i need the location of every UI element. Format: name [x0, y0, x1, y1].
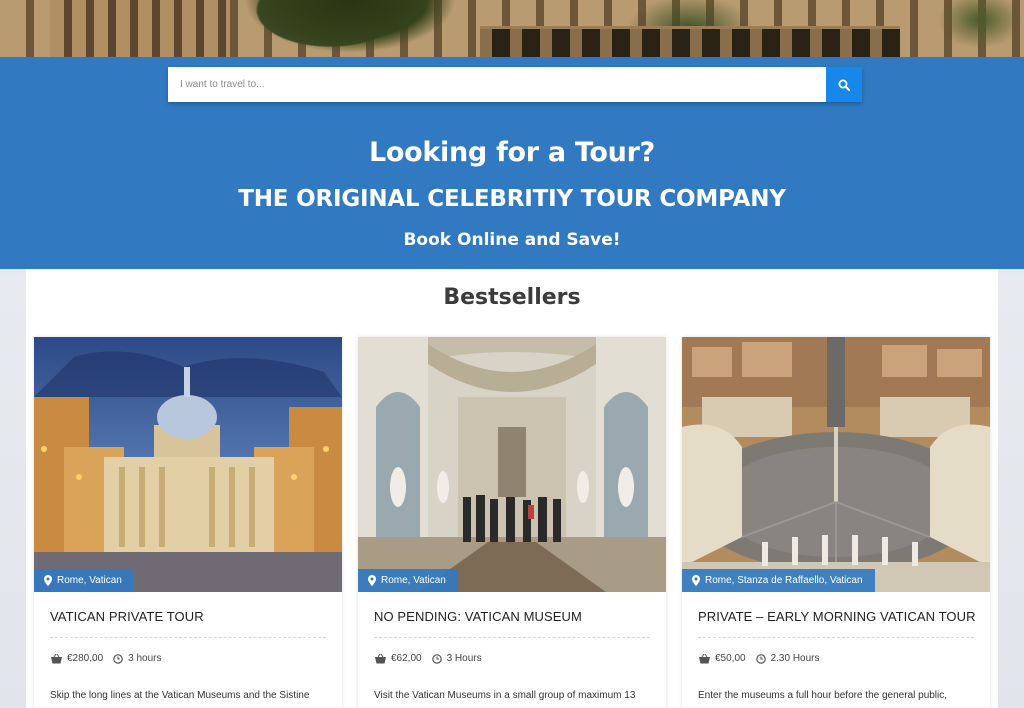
clock-icon — [755, 653, 766, 664]
divider — [698, 637, 974, 638]
basket-icon — [51, 653, 62, 663]
tour-image-st-peters[interactable]: Rome, Vatican — [34, 337, 342, 592]
tour-card[interactable]: Rome, Vatican VATICAN PRIVATE TOUR €280,… — [34, 337, 342, 708]
tour-description: Visit the Vatican Museums in a small gro… — [374, 690, 636, 701]
tour-title[interactable]: VATICAN PRIVATE TOUR — [50, 609, 330, 624]
tree-foliage — [220, 0, 480, 57]
tour-card[interactable]: Rome, Vatican NO PENDING: VATICAN MUSEUM… — [358, 337, 666, 708]
basket-icon — [699, 653, 710, 663]
location-label: Rome, Stanza de Raffaello, Vatican — [705, 575, 863, 586]
tour-title[interactable]: NO PENDING: VATICAN MUSEUM — [374, 609, 654, 624]
duration: 3 Hours — [446, 653, 482, 664]
tour-image-museum-hall[interactable]: Rome, Vatican — [358, 337, 666, 592]
duration: 2.30 Hours — [770, 653, 820, 664]
tour-meta: €50,00 2.30 Hours — [699, 653, 820, 664]
section-title: Bestsellers — [443, 285, 581, 310]
tour-meta: €280,00 3 hours — [51, 653, 162, 664]
price: €280,00 — [67, 653, 104, 664]
tour-card[interactable]: Rome, Stanza de Raffaello, Vatican PRIVA… — [682, 337, 990, 708]
price: €62,00 — [391, 653, 422, 664]
bestsellers-section: Bestsellers Rome, Vatican VATICAN PRIVAT… — [26, 269, 998, 708]
clock-icon — [431, 653, 442, 664]
clock-icon — [113, 653, 123, 664]
tour-description: Skip the long lines at the Vatican Museu… — [50, 690, 310, 701]
location-badge: Rome, Stanza de Raffaello, Vatican — [682, 569, 875, 592]
hero-title: Looking for a Tour? — [369, 137, 655, 168]
map-marker-icon — [368, 575, 376, 586]
hero-banner: Looking for a Tour? THE ORIGINAL CELEBRI… — [0, 57, 1024, 269]
location-badge: Rome, Vatican — [34, 569, 134, 592]
location-label: Rome, Vatican — [57, 575, 122, 586]
location-label: Rome, Vatican — [381, 575, 446, 586]
tour-title[interactable]: PRIVATE – EARLY MORNING VATICAN TOUR — [698, 609, 978, 624]
location-badge: Rome, Vatican — [358, 569, 458, 592]
search-bar — [168, 67, 862, 102]
divider — [50, 637, 326, 638]
divider — [374, 637, 650, 638]
search-input[interactable] — [168, 67, 826, 102]
duration: 3 hours — [128, 653, 162, 664]
colosseum-left — [50, 0, 230, 57]
search-icon — [838, 79, 850, 91]
map-marker-icon — [44, 575, 52, 586]
colosseum-arches — [480, 26, 900, 57]
hero-subtitle: THE ORIGINAL CELEBRITIY TOUR COMPANY — [238, 186, 786, 212]
hero-tagline: Book Online and Save! — [403, 230, 621, 250]
tour-image-st-peters-square[interactable]: Rome, Stanza de Raffaello, Vatican — [682, 337, 990, 592]
search-button[interactable] — [826, 67, 862, 102]
basket-icon — [375, 653, 386, 663]
price: €50,00 — [715, 653, 746, 664]
map-marker-icon — [692, 575, 700, 586]
hero-background-image — [0, 0, 1024, 57]
tour-meta: €62,00 3 Hours — [375, 653, 482, 664]
tour-description: Enter the museums a full hour before the… — [698, 690, 948, 701]
